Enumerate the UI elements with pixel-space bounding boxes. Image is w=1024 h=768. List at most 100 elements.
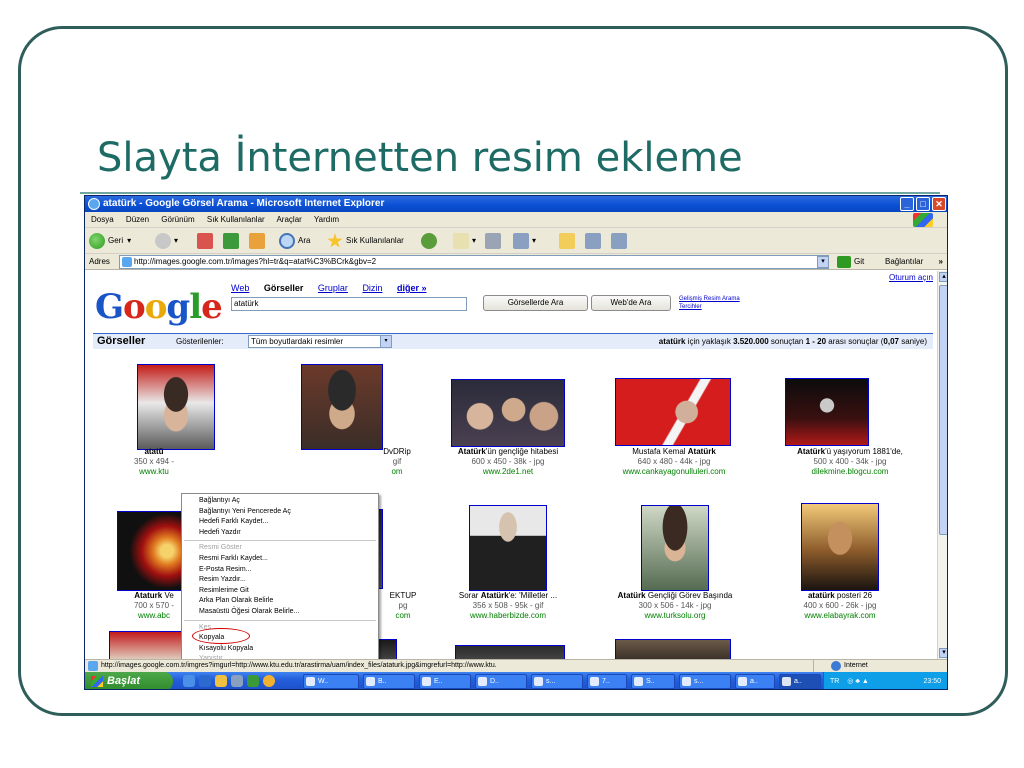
context-menu-item[interactable]: E-Posta Resim...	[182, 565, 378, 576]
research-button[interactable]	[611, 232, 630, 250]
result-image[interactable]	[801, 503, 879, 591]
chevron-down-icon[interactable]: ▾	[532, 232, 536, 250]
chevron-down-icon[interactable]: ▾	[472, 232, 476, 250]
result-title[interactable]: Mustafa Kemal	[632, 447, 688, 456]
result-title-bold[interactable]: Atatürk	[481, 591, 509, 600]
address-dropdown-button[interactable]: ▾	[817, 256, 829, 268]
context-menu-item[interactable]: Bağlantıyı Aç	[182, 496, 378, 507]
result-title-bold[interactable]: Atatürk	[618, 591, 646, 600]
search-input[interactable]: atatürk	[231, 297, 467, 311]
menu-view[interactable]: Görünüm	[161, 215, 194, 224]
language-indicator[interactable]: TR	[830, 678, 839, 685]
menu-file[interactable]: Dosya	[91, 215, 114, 224]
quicklaunch-app-icon[interactable]	[247, 675, 259, 687]
result-image[interactable]	[615, 639, 731, 659]
menu-tools[interactable]: Araçlar	[276, 215, 301, 224]
address-input[interactable]: http://images.google.com.tr/images?hl=tr…	[119, 255, 829, 269]
context-menu-item[interactable]: Resmi Farklı Kaydet...	[182, 554, 378, 565]
taskbar-button[interactable]: E..	[419, 674, 471, 689]
chevron-down-icon[interactable]: ▾	[380, 336, 391, 347]
result-url[interactable]: www.haberbizde.com	[423, 611, 593, 621]
result-image[interactable]	[469, 505, 547, 591]
context-menu-item[interactable]: Kısayolu Kopyala	[182, 644, 378, 655]
menu-favorites[interactable]: Sık Kullanılanlar	[207, 215, 265, 224]
edit-button[interactable]: ▾	[513, 232, 536, 250]
favorites-button[interactable]: Sık Kullanılanlar	[327, 232, 404, 250]
result-title[interactable]: Sorar	[459, 591, 481, 600]
result-image[interactable]	[301, 364, 383, 450]
result-image[interactable]	[785, 378, 869, 446]
result-title[interactable]: posteri 26	[835, 591, 872, 600]
go-button[interactable]: Git	[837, 255, 864, 269]
taskbar-button[interactable]: B..	[363, 674, 415, 689]
result-url[interactable]: www.elabayrak.com	[755, 611, 925, 621]
result-title[interactable]: Gençliği Görev Başında	[646, 591, 733, 600]
search-images-button[interactable]: Görsellerde Ara	[483, 295, 588, 311]
preferences-link[interactable]: Tercihler	[679, 303, 740, 311]
result-url[interactable]: www.cankayagonulluleri.com	[589, 467, 759, 477]
quicklaunch-app-icon[interactable]	[263, 675, 275, 687]
search-button[interactable]: Ara	[279, 232, 310, 250]
close-button[interactable]: ✕	[932, 197, 946, 211]
stop-button[interactable]	[197, 232, 216, 250]
taskbar-button[interactable]: s...	[531, 674, 583, 689]
taskbar-button-active[interactable]: a..	[779, 674, 821, 689]
nav-web[interactable]: Web	[231, 283, 249, 293]
links-button[interactable]: Bağlantılar	[885, 254, 923, 270]
result-title[interactable]: 'e: 'Milletler ...	[509, 591, 557, 600]
result-image[interactable]	[455, 645, 565, 659]
taskbar-button[interactable]: W..	[303, 674, 359, 689]
search-web-button[interactable]: Web'de Ara	[591, 295, 671, 311]
vertical-scrollbar[interactable]: ▴ ▾	[937, 271, 947, 659]
taskbar-button[interactable]: a..	[735, 674, 775, 689]
folder-button[interactable]	[559, 232, 578, 250]
nav-groups[interactable]: Gruplar	[318, 283, 348, 293]
menu-edit[interactable]: Düzen	[126, 215, 149, 224]
quicklaunch-desktop-icon[interactable]	[199, 675, 211, 687]
result-url[interactable]: www.turksolu.org	[590, 611, 760, 621]
taskbar-button[interactable]: 7..	[587, 674, 627, 689]
context-menu-item[interactable]: Hedefi Yazdır	[182, 528, 378, 539]
result-title-bold[interactable]: Atatürk	[688, 447, 716, 456]
scroll-down-button[interactable]: ▾	[939, 648, 947, 658]
result-title[interactable]: 'ün gençliğe hitabesi	[486, 447, 558, 456]
chevron-down-icon[interactable]: ▾	[127, 232, 131, 250]
size-filter-select[interactable]: Tüm boyutlardaki resimler ▾	[248, 335, 392, 348]
maximize-button[interactable]: □	[916, 197, 930, 211]
mail-button[interactable]: ▾	[453, 232, 476, 250]
nav-directory[interactable]: Dizin	[362, 283, 382, 293]
google-logo[interactable]: Google	[95, 287, 223, 327]
forward-button[interactable]: ▾	[155, 232, 178, 250]
context-menu-item[interactable]: Resim Yazdır...	[182, 575, 378, 586]
quicklaunch-app-icon[interactable]	[231, 675, 243, 687]
nav-more[interactable]: diğer »	[397, 283, 427, 293]
result-url[interactable]: www.ktu	[89, 467, 219, 477]
context-menu-item[interactable]: Arka Plan Olarak Belirle	[182, 596, 378, 607]
result-title-bold[interactable]: atatürk	[808, 591, 835, 600]
result-title[interactable]: 'ü yaşıyorum 1881'de,	[825, 447, 903, 456]
result-url[interactable]: www.2de1.net	[423, 467, 593, 477]
taskbar-button[interactable]: S..	[631, 674, 675, 689]
tray-user-icon[interactable]: ♣	[855, 678, 860, 685]
chevron-down-icon[interactable]: ▾	[174, 232, 178, 250]
scroll-up-button[interactable]: ▴	[939, 272, 947, 282]
advanced-image-search-link[interactable]: Gelişmiş Resim Arama	[679, 295, 740, 303]
home-button[interactable]	[249, 232, 268, 250]
messenger-button[interactable]	[585, 232, 604, 250]
result-url[interactable]: dilekmine.blogcu.com	[765, 467, 935, 477]
sign-in-link[interactable]: Oturum açın	[889, 273, 933, 282]
history-button[interactable]	[421, 232, 440, 250]
context-menu-item[interactable]: Hedefi Farklı Kaydet...	[182, 517, 378, 528]
result-image[interactable]	[451, 379, 565, 447]
result-image[interactable]	[641, 505, 709, 591]
result-image[interactable]	[615, 378, 731, 446]
taskbar-button[interactable]: s...	[679, 674, 731, 689]
quicklaunch-app-icon[interactable]	[215, 675, 227, 687]
result-image[interactable]	[109, 631, 189, 659]
menu-help[interactable]: Yardım	[314, 215, 339, 224]
context-menu-item[interactable]: Resimlerime Git	[182, 586, 378, 597]
start-button[interactable]: Başlat	[85, 672, 173, 689]
result-title-bold[interactable]: Atatürk	[797, 447, 825, 456]
print-button[interactable]	[485, 232, 504, 250]
result-title-bold[interactable]: Ataturk	[134, 591, 162, 600]
